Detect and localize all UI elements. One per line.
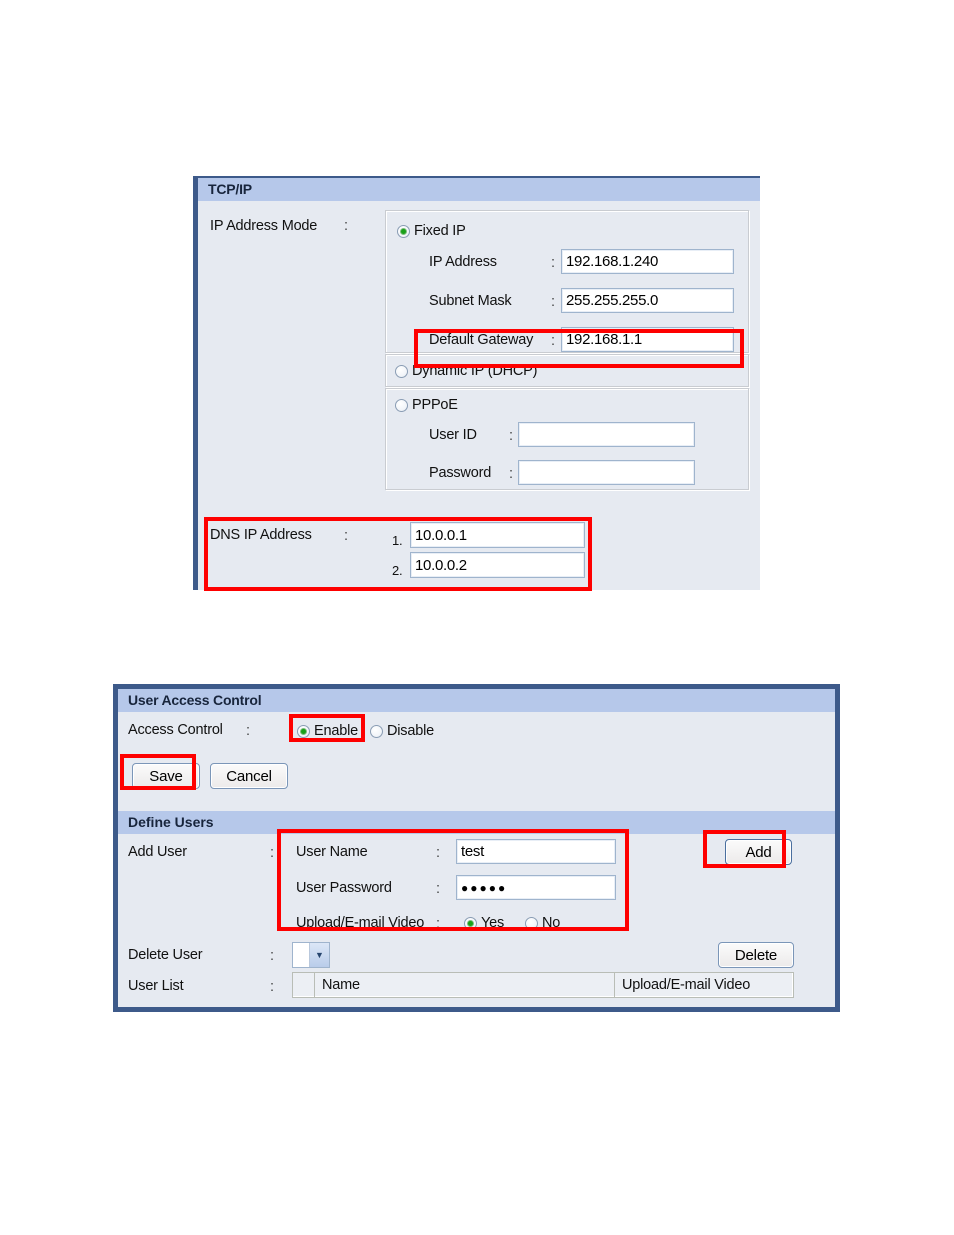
user-password-label: User Password bbox=[296, 880, 392, 896]
user-name-colon: : bbox=[436, 845, 441, 861]
upload-email-video-colon: : bbox=[436, 916, 441, 932]
user-password-input[interactable]: ●●●●● bbox=[456, 875, 616, 900]
upload-email-no-option[interactable]: No bbox=[525, 915, 560, 931]
cancel-button[interactable]: Cancel bbox=[210, 763, 288, 789]
define-users-title: Define Users bbox=[118, 811, 835, 834]
subnet-mask-colon: : bbox=[551, 294, 556, 310]
subnet-mask-label: Subnet Mask bbox=[429, 293, 512, 309]
upload-yes-radio-icon[interactable] bbox=[464, 916, 477, 930]
dns-ip-1-input[interactable]: 10.0.0.1 bbox=[410, 522, 585, 548]
dns-ip-address-label: DNS IP Address bbox=[210, 527, 312, 543]
tcpip-panel-title: TCP/IP bbox=[198, 178, 760, 201]
dhcp-radio-icon[interactable] bbox=[395, 364, 408, 378]
user-list-table: Name Upload/E-mail Video bbox=[292, 972, 794, 998]
user-id-input[interactable] bbox=[518, 422, 695, 447]
upload-email-yes-option[interactable]: Yes bbox=[464, 915, 504, 931]
pppoe-password-colon: : bbox=[509, 466, 514, 482]
delete-user-label: Delete User bbox=[128, 947, 203, 963]
ip-address-colon: : bbox=[551, 255, 556, 271]
delete-user-select[interactable]: ▼ bbox=[292, 942, 330, 968]
user-list-col-check bbox=[293, 973, 315, 997]
tcpip-panel: TCP/IP IP Address Mode : Fixed IP IP Add… bbox=[193, 176, 760, 590]
ip-address-mode-label: IP Address Mode bbox=[210, 218, 318, 234]
upload-email-video-label: Upload/E-mail Video bbox=[296, 915, 425, 931]
delete-user-button[interactable]: Delete bbox=[718, 942, 794, 968]
user-name-label: User Name bbox=[296, 844, 368, 860]
fixed-ip-radio-option[interactable]: Fixed IP bbox=[397, 223, 466, 239]
dns-entry-2-number: 2. bbox=[392, 563, 403, 578]
add-user-button[interactable]: Add bbox=[725, 839, 792, 865]
save-button[interactable]: Save bbox=[132, 763, 200, 789]
pppoe-radio-icon[interactable] bbox=[395, 398, 408, 412]
user-name-input[interactable]: test bbox=[456, 839, 616, 864]
ip-address-label: IP Address bbox=[429, 254, 497, 270]
ip-address-mode-label-row: IP Address Mode : bbox=[210, 218, 348, 234]
user-list-col-name: Name bbox=[315, 973, 615, 997]
dns-ip-address-colon: : bbox=[344, 528, 349, 544]
enable-label: Enable bbox=[314, 723, 358, 739]
access-control-label: Access Control bbox=[128, 722, 223, 738]
add-user-label: Add User bbox=[128, 844, 187, 860]
dhcp-radio-option[interactable]: Dynamic IP (DHCP) bbox=[395, 363, 537, 379]
chevron-down-icon[interactable]: ▼ bbox=[309, 943, 329, 967]
user-password-colon: : bbox=[436, 881, 441, 897]
user-id-colon: : bbox=[509, 428, 514, 444]
ip-address-mode-colon: : bbox=[344, 218, 349, 234]
disable-radio-icon[interactable] bbox=[370, 724, 383, 738]
access-control-disable-option[interactable]: Disable bbox=[370, 723, 434, 739]
dhcp-label: Dynamic IP (DHCP) bbox=[412, 363, 538, 379]
dhcp-group: Dynamic IP (DHCP) bbox=[385, 354, 749, 387]
fixed-ip-label: Fixed IP bbox=[414, 223, 466, 239]
access-control-colon: : bbox=[246, 723, 251, 739]
user-list-colon: : bbox=[270, 979, 275, 995]
fixed-ip-radio-icon[interactable] bbox=[397, 224, 410, 238]
user-list-label: User List bbox=[128, 978, 184, 994]
default-gateway-input[interactable]: 192.168.1.1 bbox=[561, 327, 734, 352]
add-user-colon: : bbox=[270, 845, 275, 861]
pppoe-radio-option[interactable]: PPPoE bbox=[395, 397, 458, 413]
upload-no-label: No bbox=[542, 915, 561, 931]
fixed-ip-group: Fixed IP IP Address : 192.168.1.240 Subn… bbox=[385, 210, 749, 353]
pppoe-label: PPPoE bbox=[412, 397, 458, 413]
delete-user-colon: : bbox=[270, 948, 275, 964]
upload-yes-label: Yes bbox=[481, 915, 505, 931]
user-access-control-panel: User Access Control Access Control : Ena… bbox=[113, 684, 840, 1012]
user-list-col-upload: Upload/E-mail Video bbox=[622, 977, 751, 993]
pppoe-password-input[interactable] bbox=[518, 460, 695, 485]
pppoe-group: PPPoE User ID : Password : bbox=[385, 388, 749, 490]
dns-entry-1-number: 1. bbox=[392, 533, 403, 548]
user-id-label: User ID bbox=[429, 427, 477, 443]
subnet-mask-input[interactable]: 255.255.255.0 bbox=[561, 288, 734, 313]
upload-no-radio-icon[interactable] bbox=[525, 916, 538, 930]
enable-radio-icon[interactable] bbox=[297, 724, 310, 738]
default-gateway-label: Default Gateway bbox=[429, 332, 534, 348]
access-control-enable-option[interactable]: Enable bbox=[297, 723, 358, 739]
disable-label: Disable bbox=[387, 723, 434, 739]
pppoe-password-label: Password bbox=[429, 465, 492, 481]
dns-ip-2-input[interactable]: 10.0.0.2 bbox=[410, 552, 585, 578]
ip-address-input[interactable]: 192.168.1.240 bbox=[561, 249, 734, 274]
user-access-control-title: User Access Control bbox=[118, 689, 835, 712]
default-gateway-colon: : bbox=[551, 333, 556, 349]
